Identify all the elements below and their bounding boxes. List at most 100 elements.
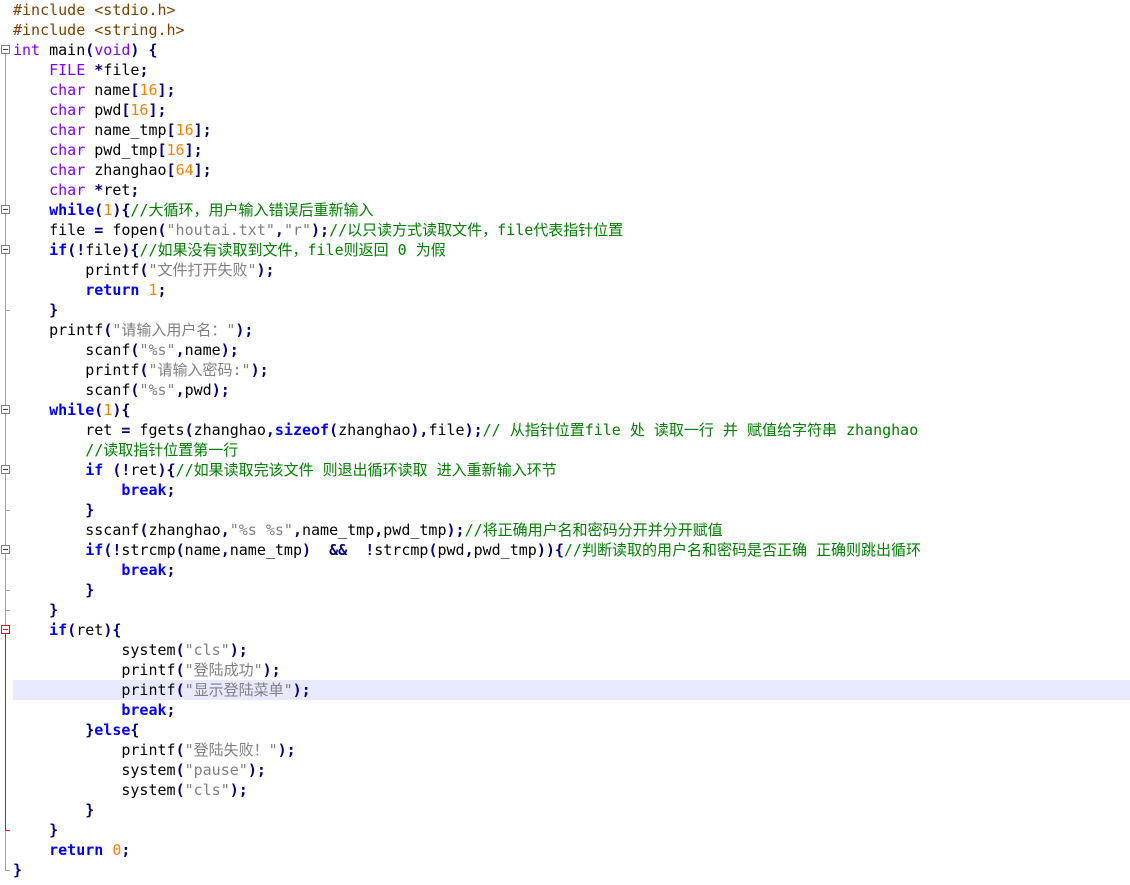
code-token: ]; (193, 121, 212, 139)
code-line[interactable]: } (13, 820, 1130, 840)
code-token: ]; (148, 101, 167, 119)
code-editor[interactable]: #include <stdio.h> #include <string.h> int… (13, 0, 1130, 885)
code-line-active[interactable]: printf("显示登陆菜单"); (13, 680, 1130, 700)
code-line[interactable]: if (!ret){//如果读取完该文件 则退出循环读取 进入重新输入环节 (13, 460, 1130, 480)
code-token: ); (311, 221, 330, 239)
code-line[interactable]: printf("登陆成功"); (13, 660, 1130, 680)
code-token: char (49, 101, 86, 119)
code-line[interactable]: //读取指针位置第一行 (13, 440, 1130, 460)
code-line[interactable]: return 0; (13, 840, 1130, 860)
code-token: 1 (103, 201, 113, 219)
code-line[interactable]: system("pause"); (13, 760, 1130, 780)
code-token: char (49, 161, 86, 179)
code-token: { (554, 541, 564, 559)
code-line[interactable]: sscanf(zhanghao,"%s %s",name_tmp,pwd_tmp… (13, 520, 1130, 540)
code-line[interactable]: char zhanghao[64]; (13, 160, 1130, 180)
code-line[interactable]: break; (13, 480, 1130, 500)
code-token: } (85, 581, 95, 599)
code-token: { (130, 721, 140, 739)
code-line[interactable]: file = fopen("houtai.txt","r");//以只读方式读取… (13, 220, 1130, 240)
code-line[interactable]: #include <stdio.h> (13, 0, 1130, 20)
code-line[interactable]: scanf("%s",name); (13, 340, 1130, 360)
code-token: { (148, 41, 158, 59)
code-line[interactable]: ret = fgets(zhanghao,sizeof(zhanghao),fi… (13, 420, 1130, 440)
code-line[interactable]: char name_tmp[16]; (13, 120, 1130, 140)
code-token: printf (13, 681, 176, 699)
code-token: ; (139, 61, 149, 79)
code-line[interactable]: } (13, 800, 1130, 820)
code-line[interactable]: } (13, 300, 1130, 320)
code-token: , (464, 541, 474, 559)
code-token: ( (85, 41, 95, 59)
code-token: "请输入密码:" (148, 361, 251, 379)
code-token: break (121, 561, 167, 579)
code-token: "登陆成功" (184, 661, 263, 679)
code-line[interactable]: scanf("%s",pwd); (13, 380, 1130, 400)
code-token: //以只读方式读取文件，file代表指针位置 (329, 221, 624, 239)
fold-collapse-icon[interactable] (1, 205, 10, 214)
code-token: printf (13, 741, 176, 759)
code-line[interactable]: char name[16]; (13, 80, 1130, 100)
code-token: printf (13, 261, 140, 279)
code-token: pwd_tmp (383, 521, 447, 539)
fold-collapse-icon[interactable] (1, 545, 10, 554)
code-token: ); (235, 321, 254, 339)
fold-end-marker (5, 590, 10, 591)
code-line[interactable]: system("cls"); (13, 780, 1130, 800)
fold-collapse-icon[interactable] (1, 465, 10, 474)
code-line[interactable]: } (13, 600, 1130, 620)
fold-collapse-icon[interactable] (1, 245, 10, 254)
code-line[interactable]: char *ret; (13, 180, 1130, 200)
code-line[interactable]: printf("请输入密码:"); (13, 360, 1130, 380)
code-token: } (85, 501, 95, 519)
code-line[interactable]: break; (13, 700, 1130, 720)
code-line[interactable]: char pwd[16]; (13, 100, 1130, 120)
code-token: , (274, 221, 284, 239)
code-line[interactable]: if(!file){//如果没有读取到文件，file则返回 0 为假 (13, 240, 1130, 260)
code-token: else (94, 721, 131, 739)
code-line[interactable]: return 1; (13, 280, 1130, 300)
code-line[interactable]: printf("登陆失败！"); (13, 740, 1130, 760)
fold-guide-line (5, 634, 6, 830)
code-line[interactable]: } (13, 500, 1130, 520)
code-token: //判断读取的用户名和密码是否正确 正确则跳出循环 (563, 541, 922, 559)
code-token: printf (13, 321, 104, 339)
code-line[interactable]: FILE *file; (13, 60, 1130, 80)
fold-end-marker (5, 510, 10, 511)
code-line[interactable]: }else{ (13, 720, 1130, 740)
code-token: * (94, 181, 104, 199)
code-line[interactable]: } (13, 860, 1130, 880)
code-line[interactable]: printf("请输入用户名："); (13, 320, 1130, 340)
fold-margin (0, 0, 13, 885)
fold-collapse-icon[interactable] (1, 625, 10, 634)
code-line[interactable]: if(!strcmp(name,name_tmp) && !strcmp(pwd… (13, 540, 1130, 560)
fold-guide-line (5, 474, 6, 510)
code-token: file (13, 221, 95, 239)
code-token: fgets (130, 421, 185, 439)
code-line[interactable]: char pwd_tmp[16]; (13, 140, 1130, 160)
code-line[interactable]: printf("文件打开失败"); (13, 260, 1130, 280)
code-line[interactable]: system("cls"); (13, 640, 1130, 660)
code-line[interactable]: while(1){ (13, 400, 1130, 420)
code-token: ( (67, 621, 77, 639)
code-token: { (112, 621, 122, 639)
fold-collapse-icon[interactable] (1, 45, 10, 54)
code-token: file (85, 241, 122, 259)
code-token: "pause" (184, 761, 248, 779)
code-token: "r" (283, 221, 312, 239)
code-line[interactable]: break; (13, 560, 1130, 580)
code-line[interactable]: while(1){//大循环，用户输入错误后重新输入 (13, 200, 1130, 220)
code-token: ( (94, 201, 104, 219)
code-line[interactable]: } (13, 580, 1130, 600)
code-line[interactable]: #include <string.h> (13, 20, 1130, 40)
code-token: break (121, 701, 167, 719)
code-line[interactable]: if(ret){ (13, 620, 1130, 640)
code-line[interactable]: int main(void) { (13, 40, 1130, 60)
fold-collapse-icon[interactable] (1, 405, 10, 414)
